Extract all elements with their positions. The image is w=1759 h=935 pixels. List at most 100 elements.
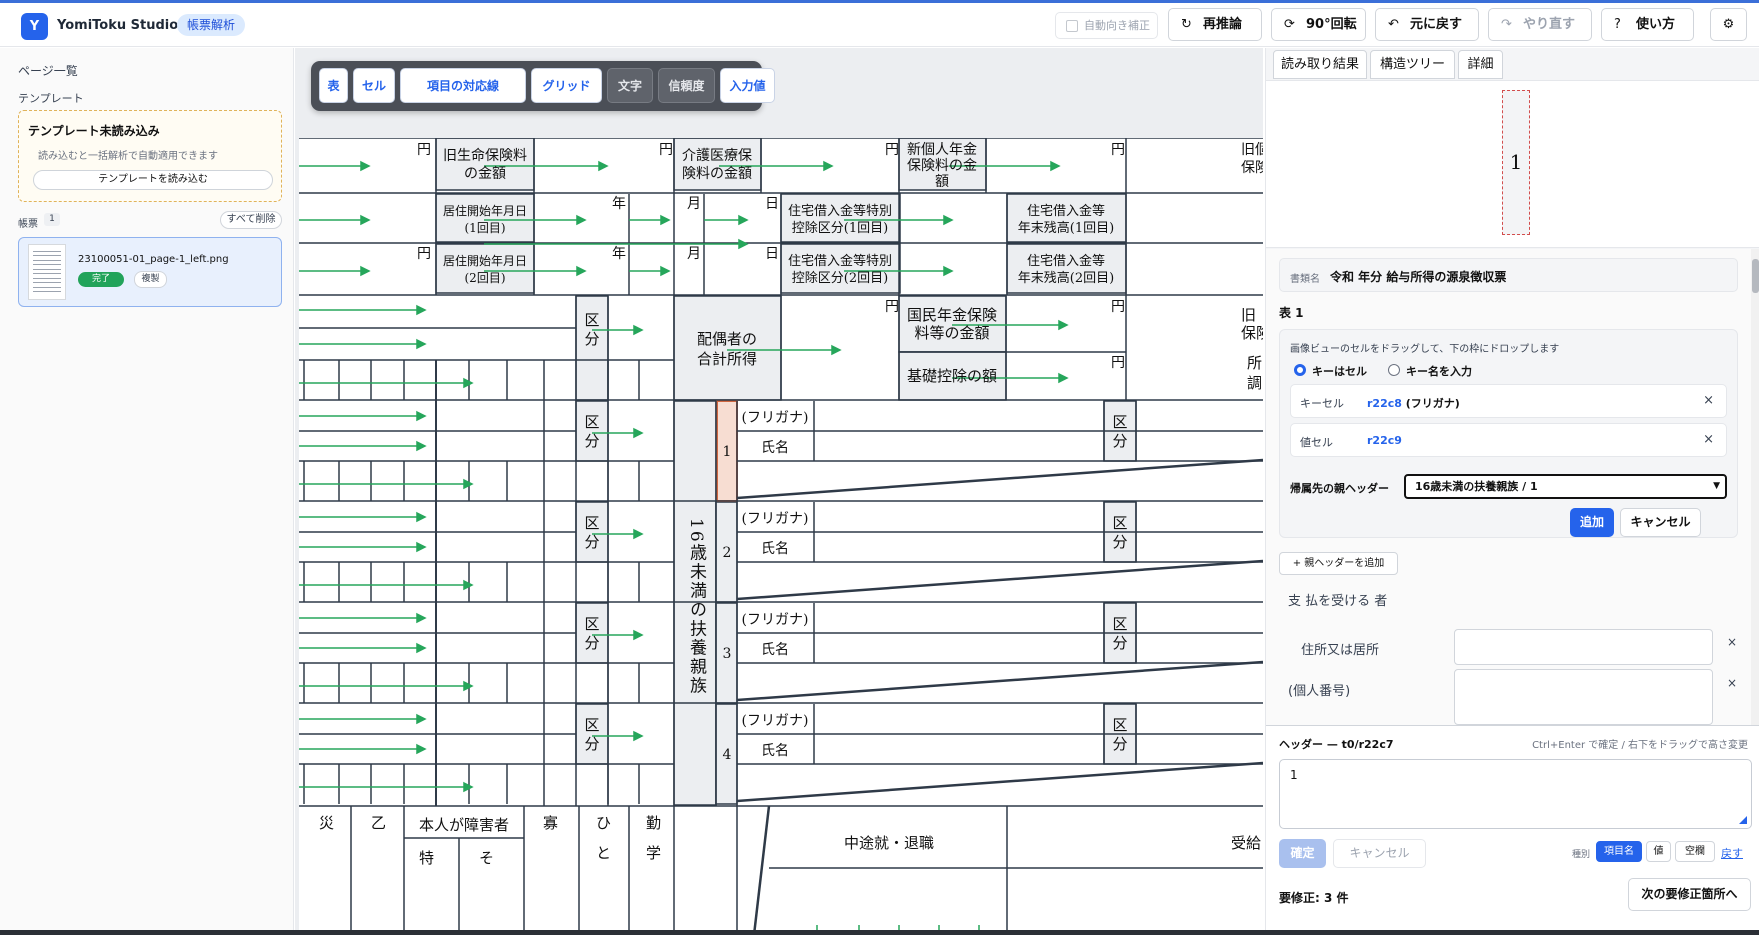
key-cell-field[interactable]: キーセル r22c8 (フリガナ) × — [1290, 384, 1727, 418]
reinfer-button[interactable]: ↻ 再推論 — [1168, 8, 1262, 41]
doc-disaster-label: 災 — [319, 814, 334, 832]
doc-yen-label: 円 — [417, 246, 431, 262]
clear-key-icon[interactable]: × — [1703, 393, 1714, 408]
mapping-editor: 画像ビューのセルをドラッグして、下の枠にドロップします キーはセル キー名を入力… — [1279, 329, 1738, 538]
doc-name-label: 氏名 — [761, 440, 789, 456]
doc-toku-label: 特 — [419, 849, 434, 867]
form-list-item[interactable]: 23100051-01_page-1_left.png 完了 複製 — [18, 237, 282, 307]
doc-furigana-label: (フリガナ) — [742, 713, 809, 729]
reinfer-label: 再推論 — [1203, 17, 1243, 32]
cancel-edit-button[interactable]: キャンセル — [1333, 839, 1426, 868]
settings-button[interactable]: ⚙ — [1710, 8, 1747, 41]
add-parent-header-button[interactable]: + 親ヘッダーを追加 — [1279, 552, 1398, 575]
auto-rotate-toggle[interactable]: 自動向き補正 — [1055, 12, 1158, 39]
doc-type-row: 書類名 令和 年分 給与所得の源泉徴収票 — [1279, 258, 1738, 292]
doc-yen-label: 円 — [659, 142, 673, 158]
rotate-icon: ⟳ — [1284, 17, 1295, 32]
help-button[interactable]: ? 使い方 — [1601, 8, 1694, 41]
resize-handle-icon[interactable] — [1739, 816, 1747, 824]
remove-kv-icon[interactable]: × — [1727, 676, 1737, 690]
remove-kv-icon[interactable]: × — [1727, 635, 1737, 649]
doc-furigana-label: (フリガナ) — [742, 612, 809, 628]
value-cell-field[interactable]: 値セル r22c9 × — [1290, 423, 1727, 457]
tab-structure-tree[interactable]: 構造ツリー — [1370, 50, 1455, 79]
radio-key-name[interactable]: キー名を入力 — [1388, 363, 1472, 379]
add-button[interactable]: 追加 — [1570, 508, 1614, 537]
kind-value-button[interactable]: 値 — [1646, 841, 1671, 862]
redo-button[interactable]: ↷ やり直す — [1488, 8, 1592, 41]
tab-results[interactable]: 読み取り結果 — [1273, 50, 1367, 79]
result-panel: 読み取り結果 構造ツリー 詳細 1 書類名 令和 年分 給与所得の源泉徴収票 表… — [1265, 48, 1759, 935]
rotate-button[interactable]: ⟳ 90°回転 — [1271, 8, 1366, 41]
doc-name-label: 氏名 — [761, 743, 789, 759]
mode-badge: 帳票解析 — [177, 14, 246, 36]
clear-value-icon[interactable]: × — [1703, 432, 1714, 447]
file-name: 23100051-01_page-1_left.png — [78, 254, 229, 265]
overlay-table-button[interactable]: 表 — [319, 68, 348, 103]
doc-kubun-label: 分 — [584, 432, 599, 450]
image-view[interactable]: 円 円 円 円 円 円 円 円 年 年 月 月 日 日 旧生命保険料 の金額 介… — [295, 48, 1263, 935]
chevron-down-icon: ▼ — [1713, 481, 1720, 491]
radio-icon[interactable] — [1388, 364, 1400, 376]
doc-adjust-label: 所 — [1247, 354, 1262, 372]
value-cell-value: r22c9 — [1367, 434, 1402, 447]
doc-midterm-label: 中途就・退職 — [844, 834, 934, 852]
scrollbar-thumb[interactable] — [1752, 259, 1759, 293]
parent-header-label: 帰属先の親ヘッダー — [1290, 482, 1389, 495]
template-box: テンプレート未読み込み 読み込むと一括解析で自動適用できます テンプレートを読み… — [18, 110, 282, 202]
load-template-button[interactable]: テンプレートを読み込む — [33, 170, 273, 190]
clear-all-button[interactable]: すべて削除 — [220, 211, 282, 229]
kind-item-name-button[interactable]: 項目名 — [1596, 841, 1642, 862]
revert-link[interactable]: 戻す — [1721, 845, 1743, 861]
doc-care-label: 介護医療保 — [682, 147, 752, 164]
overlay-cell-button[interactable]: セル — [353, 68, 395, 103]
doc-loan-bal1-label: 年末残高(1回目) — [1018, 220, 1114, 236]
tab-details[interactable]: 詳細 — [1458, 50, 1503, 79]
doc-yen-label: 円 — [417, 142, 431, 158]
doc-kubun-label: 分 — [1112, 533, 1127, 551]
page-thumbnail[interactable] — [28, 244, 66, 300]
duplicate-button[interactable]: 複製 — [134, 271, 167, 288]
template-description: 読み込むと一括解析で自動適用できます — [38, 151, 218, 162]
scrollbar[interactable] — [1751, 249, 1759, 725]
doc-loan-cat2-label: 控除区分(2回目) — [792, 271, 888, 286]
overlay-grid-button[interactable]: グリッド — [531, 68, 602, 103]
overlay-input-button[interactable]: 入力値 — [720, 68, 775, 103]
bottom-bar — [0, 930, 1759, 935]
undo-button[interactable]: ↶ 元に戻す — [1375, 8, 1479, 41]
doc-loan-bal2-label: 住宅借入金等 — [1027, 253, 1105, 269]
doc-national-pension-label: 国民年金保険 — [907, 306, 997, 324]
radio-selected-icon[interactable] — [1294, 364, 1306, 376]
help-label: 使い方 — [1636, 17, 1676, 32]
doc-new-pension-label: 保険料の金 — [907, 158, 977, 174]
overlay-confidence-button[interactable]: 信頼度 — [658, 68, 715, 103]
doc-loan-cat2-label: 住宅借入金等特別 — [788, 253, 892, 269]
confirm-button[interactable]: 確定 — [1279, 839, 1326, 868]
template-heading: テンプレート — [18, 92, 84, 105]
parent-header-select[interactable]: 16歳未満の扶養親族 / 1 ▼ — [1404, 474, 1727, 499]
kind-blank-button[interactable]: 空欄 — [1675, 841, 1715, 862]
doc-row-number: 2 — [723, 545, 732, 561]
document-image[interactable]: 円 円 円 円 円 円 円 円 年 年 月 月 日 日 旧生命保険料 の金額 介… — [299, 138, 1263, 935]
doc-type-label: 書類名 — [1290, 274, 1320, 285]
header-textarea[interactable]: 1 — [1279, 759, 1752, 829]
status-badge: 完了 — [78, 272, 124, 287]
help-icon: ? — [1614, 17, 1621, 32]
key-cell-label: キーセル — [1300, 397, 1344, 410]
doc-work-label: 勤 — [646, 814, 661, 832]
results-scroll-area[interactable]: 書類名 令和 年分 給与所得の源泉徴収票 表 1 画像ビューのセルをドラッグして… — [1266, 249, 1759, 725]
redo-label: やり直す — [1523, 17, 1576, 32]
doc-day-label: 日 — [765, 246, 779, 262]
next-fix-button[interactable]: 次の要修正箇所へ — [1628, 878, 1751, 911]
overlay-mapping-button[interactable]: 項目の対応線 — [400, 68, 526, 103]
radio-key-is-cell[interactable]: キーはセル — [1294, 363, 1367, 379]
doc-furigana-label: (フリガナ) — [742, 410, 809, 426]
doc-old-label: 保険 — [1241, 324, 1263, 342]
kv-value-address-input[interactable] — [1454, 629, 1713, 665]
page-list-panel: ページ一覧 テンプレート テンプレート未読み込み 読み込むと一括解析で自動適用で… — [0, 48, 294, 935]
kv-value-personal-number-input[interactable] — [1454, 669, 1713, 725]
overlay-text-button[interactable]: 文字 — [607, 68, 653, 103]
checkbox-icon[interactable] — [1066, 20, 1078, 32]
cancel-button[interactable]: キャンセル — [1620, 508, 1701, 537]
gear-icon: ⚙ — [1722, 17, 1735, 32]
